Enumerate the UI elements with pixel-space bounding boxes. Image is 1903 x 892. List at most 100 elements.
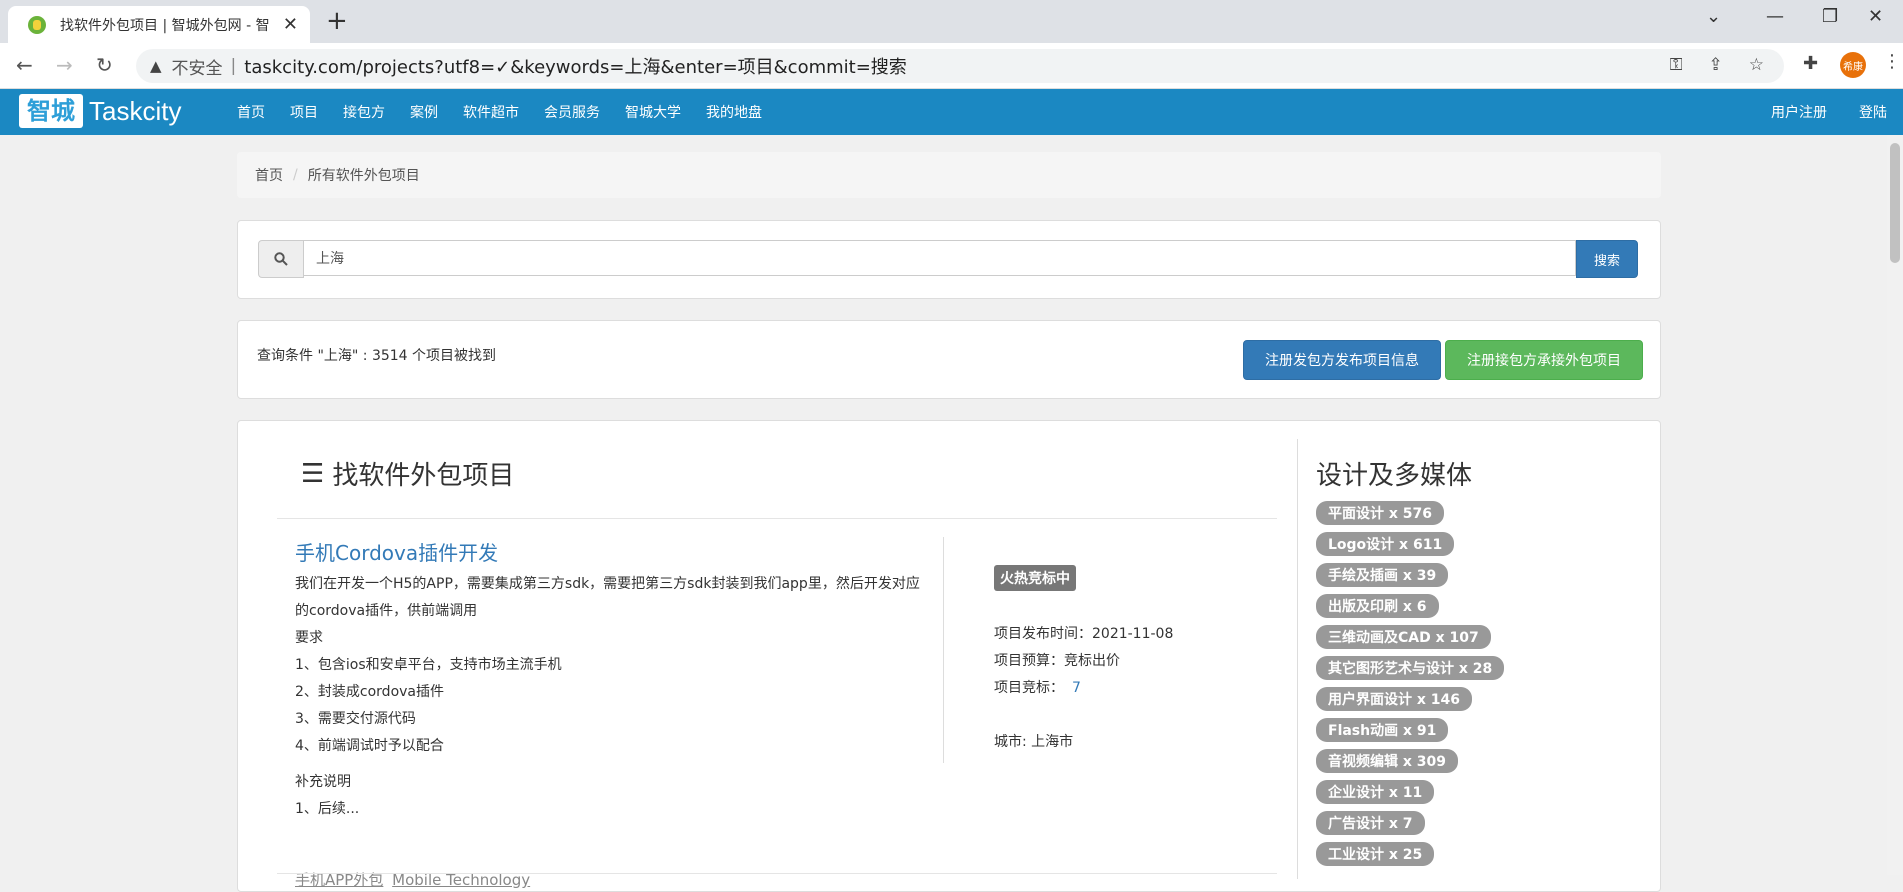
- nav-links: 首页 项目 接包方 案例 软件超市 会员服务 智城大学 我的地盘: [237, 89, 787, 135]
- desc-line: 2、封装成cordova插件: [295, 684, 444, 700]
- site-logo[interactable]: 智城 Taskcity: [19, 94, 181, 128]
- list-icon: ☰: [301, 458, 325, 489]
- breadcrumb: 首页 / 所有软件外包项目: [237, 152, 1661, 198]
- category-label[interactable]: 用户界面设计 x 146: [1316, 687, 1473, 711]
- budget-value: 竞标出价: [1064, 653, 1120, 669]
- url-text[interactable]: taskcity.com/projects?utf8=✓&keywords=上海…: [244, 53, 907, 79]
- profile-avatar[interactable]: 希康: [1840, 52, 1866, 78]
- nav-link-projects[interactable]: 项目: [290, 102, 318, 122]
- star-icon[interactable]: ☆: [1749, 55, 1764, 75]
- category-label[interactable]: Flash动画 x 91: [1316, 718, 1449, 742]
- category-label[interactable]: 企业设计 x 11: [1316, 780, 1435, 804]
- section-title: ☰ 找软件外包项目: [301, 455, 514, 492]
- tab-search-chevron-icon[interactable]: ⌄: [1706, 6, 1721, 27]
- search-icon: [258, 240, 304, 278]
- nav-link-software-market[interactable]: 软件超市: [463, 102, 519, 122]
- nav-link-cases[interactable]: 案例: [410, 102, 438, 122]
- page-scrollbar[interactable]: [1887, 135, 1903, 875]
- omnibox-actions: ⚿ ⇪ ☆: [1670, 55, 1764, 75]
- search-button[interactable]: 搜索: [1576, 240, 1638, 278]
- login-link[interactable]: 登陆: [1859, 102, 1887, 122]
- window-close-icon[interactable]: ✕: [1868, 6, 1883, 27]
- sidebar-title: 设计及多媒体: [1316, 461, 1473, 491]
- desc-line: 1、包含ios和安卓平台，支持市场主流手机: [295, 657, 562, 673]
- desc-line: 1、后续...: [295, 801, 360, 817]
- budget-label: 项目预算：: [994, 653, 1064, 669]
- omnibox-separator: |: [230, 56, 237, 76]
- nav-link-contractors[interactable]: 接包方: [343, 102, 385, 122]
- forward-arrow-icon[interactable]: →: [56, 53, 73, 77]
- budget: 项目预算：竞标出价: [994, 650, 1120, 670]
- nav-link-university[interactable]: 智城大学: [625, 102, 681, 122]
- city: 城市: 上海市: [994, 731, 1073, 751]
- breadcrumb-separator: /: [293, 167, 298, 183]
- nav-link-my-space[interactable]: 我的地盘: [706, 102, 762, 122]
- category-label[interactable]: 音视频编辑 x 309: [1316, 749, 1459, 773]
- section-divider: [277, 518, 1277, 519]
- search-input[interactable]: [304, 240, 1576, 276]
- publish-date: 项目发布时间：2021-11-08: [994, 623, 1173, 643]
- bids-count-link[interactable]: 7: [1072, 680, 1081, 696]
- key-icon[interactable]: ⚿: [1670, 55, 1683, 75]
- sidebar-divider: [1297, 439, 1298, 879]
- status-badge: 火热竞标中: [994, 565, 1076, 591]
- publish-date-label: 项目发布时间：: [994, 626, 1092, 642]
- omnibox[interactable]: ▲ 不安全 | taskcity.com/projects?utf8=✓&key…: [136, 49, 1784, 83]
- warning-triangle-icon[interactable]: ▲: [150, 57, 162, 75]
- city-value: 上海市: [1031, 734, 1074, 750]
- result-panel: 查询条件 "上海" : 3514 个项目被找到 注册发包方发布项目信息 注册接包…: [237, 320, 1661, 399]
- back-arrow-icon[interactable]: ←: [16, 53, 33, 77]
- section-title-text: 找软件外包项目: [332, 461, 515, 491]
- nav-link-membership[interactable]: 会员服务: [544, 102, 600, 122]
- category-label[interactable]: 出版及印刷 x 6: [1316, 594, 1439, 618]
- logo-chinese: 智城: [19, 94, 83, 128]
- new-tab-button[interactable]: +: [326, 6, 348, 36]
- city-label: 城市:: [994, 734, 1027, 750]
- scrollbar-thumb[interactable]: [1890, 143, 1900, 263]
- post-project-button[interactable]: 注册发包方发布项目信息: [1243, 340, 1441, 380]
- desc-line: 4、前端调试时予以配合: [295, 738, 444, 754]
- nav-right: 用户注册 登陆: [1739, 89, 1887, 135]
- category-label[interactable]: 平面设计 x 576: [1316, 501, 1445, 525]
- restore-icon[interactable]: ❐: [1822, 6, 1838, 27]
- tab-close-icon[interactable]: ✕: [283, 14, 298, 35]
- result-count-text: 查询条件 "上海" : 3514 个项目被找到: [257, 348, 497, 364]
- browser-tab-bar: 找软件外包项目 | 智城外包网 - 智 ✕ + ⌄ — ❐ ✕: [0, 0, 1903, 43]
- tab-title: 找软件外包项目 | 智城外包网 - 智: [60, 17, 270, 34]
- share-icon[interactable]: ⇪: [1709, 55, 1723, 75]
- address-bar-row: ← → ↻ ▲ 不安全 | taskcity.com/projects?utf8…: [0, 43, 1903, 89]
- desc-line: 3、需要交付源代码: [295, 711, 416, 727]
- search-panel: 搜索: [237, 220, 1661, 299]
- reload-icon[interactable]: ↻: [96, 53, 113, 77]
- browser-menu-icon[interactable]: ⋮: [1883, 51, 1901, 72]
- category-label[interactable]: 三维动画及CAD x 107: [1316, 625, 1491, 649]
- category-label[interactable]: Logo设计 x 611: [1316, 532, 1455, 556]
- bids-label: 项目竞标：: [994, 680, 1064, 696]
- breadcrumb-home[interactable]: 首页: [255, 165, 283, 185]
- site-favicon-icon: [28, 15, 46, 34]
- desc-line: 补充说明: [295, 774, 351, 790]
- category-label[interactable]: 其它图形艺术与设计 x 28: [1316, 656, 1505, 680]
- project-title-link[interactable]: 手机Cordova插件开发: [295, 537, 498, 566]
- category-label[interactable]: 工业设计 x 25: [1316, 842, 1435, 866]
- nav-link-home[interactable]: 首页: [237, 102, 265, 122]
- minimize-icon[interactable]: —: [1766, 6, 1784, 27]
- extensions-puzzle-icon[interactable]: ✚: [1803, 53, 1818, 74]
- breadcrumb-current: 所有软件外包项目: [307, 168, 420, 184]
- category-label[interactable]: 广告设计 x 7: [1316, 811, 1425, 835]
- browser-tab[interactable]: 找软件外包项目 | 智城外包网 - 智 ✕: [8, 6, 310, 43]
- publish-date-value: 2021-11-08: [1092, 626, 1174, 642]
- project-bottom-divider: [277, 873, 1277, 874]
- bids: 项目竞标： 7: [994, 677, 1081, 697]
- take-project-button[interactable]: 注册接包方承接外包项目: [1445, 340, 1643, 380]
- desc-line: 我们在开发一个H5的APP，需要集成第三方sdk，需要把第三方sdk封装到我们a…: [295, 576, 920, 619]
- site-navbar: 智城 Taskcity 首页 项目 接包方 案例 软件超市 会员服务 智城大学 …: [0, 89, 1903, 135]
- desc-line: 要求: [295, 630, 323, 646]
- logo-english: Taskcity: [89, 95, 182, 126]
- insecure-label[interactable]: 不安全: [172, 54, 223, 79]
- project-divider: [943, 537, 944, 763]
- register-link[interactable]: 用户注册: [1771, 102, 1827, 122]
- category-label[interactable]: 手绘及插画 x 39: [1316, 563, 1449, 587]
- category-labels: 平面设计 x 576 Logo设计 x 611 手绘及插画 x 39 出版及印刷…: [1316, 501, 1505, 873]
- project-description: 我们在开发一个H5的APP，需要集成第三方sdk，需要把第三方sdk封装到我们a…: [295, 571, 925, 823]
